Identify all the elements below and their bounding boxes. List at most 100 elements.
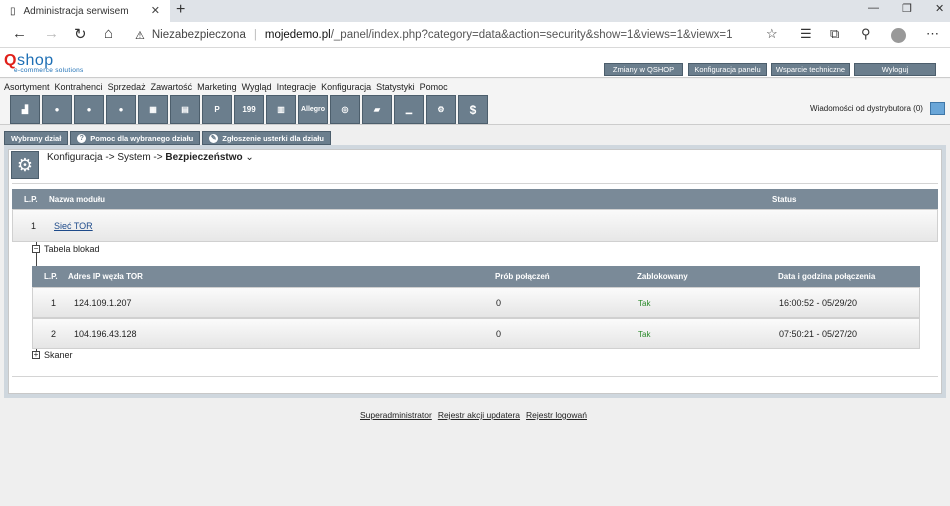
tab-title: Administracja serwisem (23, 5, 129, 17)
row-datetime: 16:00:52 - 05/29/20 (779, 298, 858, 308)
allegro-icon[interactable]: Allegro (298, 95, 328, 124)
divider (12, 376, 938, 377)
changes-qshop-button[interactable]: Zmiany w QSHOP (604, 63, 683, 76)
row-ip: 124.109.1.207 (74, 298, 132, 308)
security-label: Niezabezpieczona (151, 29, 246, 41)
main-menu-bar: Asortyment Kontrahenci Sprzedaż Zawartoś… (0, 79, 950, 125)
footer-login-log-link[interactable]: Rejestr logowań (526, 410, 587, 420)
tab-selected-section[interactable]: Wybrany dział (4, 131, 69, 145)
close-window-icon[interactable]: ✕ (935, 2, 944, 15)
contact-icon[interactable]: ● (106, 95, 136, 124)
toolbar-icons: ▟ ● ● ● ▦ ▤ P 199 ▥ Allegro ◎ ▰ ▁ ⚙ $ (10, 95, 488, 124)
home-icon[interactable]: ⌂ (104, 25, 113, 42)
profile-sync-icon[interactable]: ⚲ (861, 26, 871, 42)
row-lp: 1 (31, 221, 37, 231)
address-bar: ← → ↻ ⌂ ⚠ Niezabezpieczona | mojedemo.pl… (0, 22, 950, 48)
maximize-icon[interactable]: ❐ (902, 2, 912, 15)
menu-item-statistics[interactable]: Statystyki (376, 82, 415, 92)
col-module-name: Nazwa modułu (49, 195, 106, 204)
footer-links: Superadministrator Rejestr akcji updater… (360, 410, 587, 420)
scanner-label[interactable]: Skaner (44, 350, 73, 360)
row-blocked: Tak (638, 299, 651, 308)
message-icon[interactable] (930, 102, 945, 115)
users-icon[interactable]: ● (74, 95, 104, 124)
browser-tab-bar: ▯ Administracja serwisem ✕ + — ❐ ✕ (0, 0, 950, 22)
menu-item-content[interactable]: Zawartość (151, 82, 193, 92)
col-ip: Adres IP węzła TOR (68, 272, 143, 281)
user-icon[interactable]: ● (42, 95, 72, 124)
folder-icon[interactable]: ▰ (362, 95, 392, 124)
warning-icon: ⚠ (135, 29, 145, 42)
table-row: 1 Sieć TOR (12, 209, 938, 242)
refresh-icon[interactable]: ↻ (74, 25, 87, 43)
menu-item-configuration[interactable]: Konfiguracja (321, 82, 371, 92)
help-icon: ? (77, 133, 87, 143)
menu-item-sales[interactable]: Sprzedaż (108, 82, 146, 92)
close-tab-icon[interactable]: ✕ (151, 4, 160, 17)
page-p-icon[interactable]: P (202, 95, 232, 124)
graph-icon[interactable]: ▁ (394, 95, 424, 124)
url-separator: | (253, 29, 257, 41)
favorite-star-icon[interactable]: ☆ (766, 26, 778, 42)
row-blocked: Tak (638, 330, 651, 339)
disc-icon[interactable]: ◎ (330, 95, 360, 124)
divider (12, 183, 938, 184)
main-menu: Asortyment Kontrahenci Sprzedaż Zawartoś… (4, 82, 448, 92)
browser-tab[interactable]: ▯ Administracja serwisem ✕ (0, 0, 170, 22)
minimize-icon[interactable]: — (868, 2, 879, 14)
bug-report-icon: ✎ (209, 133, 219, 143)
menu-item-assortment[interactable]: Asortyment (4, 82, 50, 92)
section-tabs: Wybrany dział ? Pomoc dla wybranego dział… (4, 131, 331, 145)
distributor-messages[interactable]: Wiadomości od dystrybutora (0) (810, 104, 923, 113)
panel-config-button[interactable]: Konfiguracja panelu (688, 63, 767, 76)
col-lp: L.P. (24, 195, 38, 204)
collapse-icon[interactable]: − (32, 245, 40, 253)
collections-icon[interactable]: ⧉ (830, 26, 839, 42)
menu-item-integrations[interactable]: Integracje (277, 82, 317, 92)
tab-report-bug[interactable]: ✎ Zgłoszenie usterki dla działu (202, 131, 331, 145)
tech-support-button[interactable]: Wsparcie techniczne (771, 63, 850, 76)
modules-table-header: L.P. Nazwa modułu Status (12, 189, 938, 209)
col-lp: L.P. (44, 272, 58, 281)
finance-icon[interactable]: $ (458, 95, 488, 124)
favorites-list-icon[interactable]: ☰ (800, 26, 812, 42)
menu-item-contractors[interactable]: Kontrahenci (55, 82, 103, 92)
settings-icon[interactable]: ⚙ (426, 95, 456, 124)
settings-gear-icon: ⚙ (11, 151, 39, 179)
table-row: 2 104.196.43.128 0 Tak 07:50:21 - 05/27/… (32, 318, 920, 349)
blocks-table-header: L.P. Adres IP węzła TOR Prób połączeń Za… (32, 266, 920, 287)
col-datetime: Data i godzina połączenia (778, 272, 876, 281)
avatar[interactable] (891, 28, 906, 43)
grid-icon[interactable]: ▦ (138, 95, 168, 124)
url-path: /_panel/index.php?category=data&action=s… (330, 29, 733, 41)
breadcrumb: Konfiguracja -> System -> Bezpieczeństwo… (47, 152, 254, 163)
expand-icon[interactable]: + (32, 351, 40, 359)
menu-item-appearance[interactable]: Wygląd (242, 82, 272, 92)
document-icon[interactable]: ▤ (170, 95, 200, 124)
forward-icon[interactable]: → (44, 25, 59, 42)
menu-item-help[interactable]: Pomoc (420, 82, 448, 92)
url-field[interactable]: ⚠ Niezabezpieczona | mojedemo.pl /_panel… (135, 26, 733, 44)
breadcrumb-current[interactable]: Bezpieczeństwo (165, 152, 242, 163)
logout-button[interactable]: Wyloguj (854, 63, 936, 76)
blocks-table-label[interactable]: Tabela blokad (44, 244, 100, 254)
col-attempts: Prób połączeń (495, 272, 550, 281)
new-tab-icon[interactable]: + (176, 1, 185, 19)
tab-section-help[interactable]: ? Pomoc dla wybranego działu (70, 131, 201, 145)
footer-superadmin-link[interactable]: Superadministrator (360, 410, 432, 420)
footer-updater-log-link[interactable]: Rejestr akcji updatera (438, 410, 520, 420)
more-menu-icon[interactable]: ⋯ (926, 26, 939, 42)
row-ip: 104.196.43.128 (74, 329, 137, 339)
chevron-down-icon[interactable]: ⌄ (245, 152, 253, 163)
price-199-icon[interactable]: 199 (234, 95, 264, 124)
chart-icon[interactable]: ▟ (10, 95, 40, 124)
logo-tagline: e-commerce solutions (14, 67, 84, 74)
layout-icon[interactable]: ▥ (266, 95, 296, 124)
module-link-tor[interactable]: Sieć TOR (54, 221, 93, 231)
menu-item-marketing[interactable]: Marketing (197, 82, 237, 92)
row-lp: 2 (51, 329, 57, 339)
col-status: Status (772, 195, 797, 204)
page-icon: ▯ (10, 5, 16, 17)
back-icon[interactable]: ← (12, 25, 27, 42)
url-host: mojedemo.pl (264, 29, 331, 41)
